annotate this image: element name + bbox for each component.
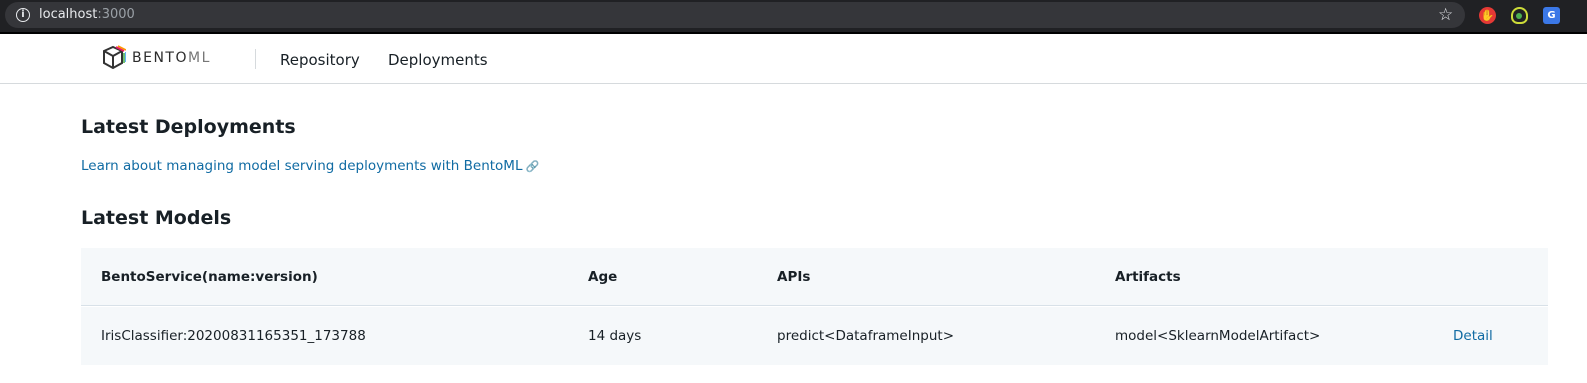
models-table: BentoService(name:version) Age APIs Arti…: [81, 248, 1548, 383]
translate-extension-icon[interactable]: G: [1543, 7, 1560, 24]
nav-divider: [255, 49, 256, 69]
bentoml-logo-icon: [103, 45, 126, 70]
learn-deployments-link[interactable]: Learn about managing model serving deplo…: [81, 157, 539, 176]
column-header-service: BentoService(name:version): [101, 269, 318, 285]
cloud-extension-icon[interactable]: [1511, 7, 1528, 24]
cell-apis: predict<DataframeInput>: [777, 328, 955, 344]
site-info-icon[interactable]: i: [16, 8, 30, 22]
table-header: BentoService(name:version) Age APIs Arti…: [81, 248, 1548, 306]
latest-deployments-heading: Latest Deployments: [81, 116, 296, 138]
column-header-age: Age: [588, 269, 618, 285]
column-header-artifacts: Artifacts: [1115, 269, 1181, 285]
nav-deployments[interactable]: Deployments: [388, 50, 488, 70]
latest-models-heading: Latest Models: [81, 207, 232, 229]
nav-repository[interactable]: Repository: [280, 50, 360, 70]
bookmark-star-icon[interactable]: ☆: [1438, 5, 1453, 25]
cell-artifacts: model<SklearnModelArtifact>: [1115, 328, 1321, 344]
cell-service: IrisClassifier:20200831165351_173788: [101, 328, 366, 344]
detail-link[interactable]: Detail: [1453, 327, 1493, 345]
address-bar[interactable]: i localhost:3000 ☆: [5, 2, 1465, 28]
browser-toolbar: i localhost:3000 ☆ ✋ G: [0, 0, 1587, 34]
adblock-extension-icon[interactable]: ✋: [1479, 7, 1496, 24]
url-text: localhost:3000: [39, 7, 135, 22]
app-navbar: BENTOML Repository Deployments: [0, 36, 1587, 84]
table-row: IrisClassifier:20200831165351_173788 14 …: [81, 307, 1548, 365]
column-header-apis: APIs: [777, 269, 811, 285]
logo-text: BENTOML: [132, 50, 211, 66]
cell-age: 14 days: [588, 328, 642, 344]
bentoml-logo[interactable]: BENTOML: [100, 43, 211, 73]
link-icon: 🔗: [525, 160, 540, 173]
